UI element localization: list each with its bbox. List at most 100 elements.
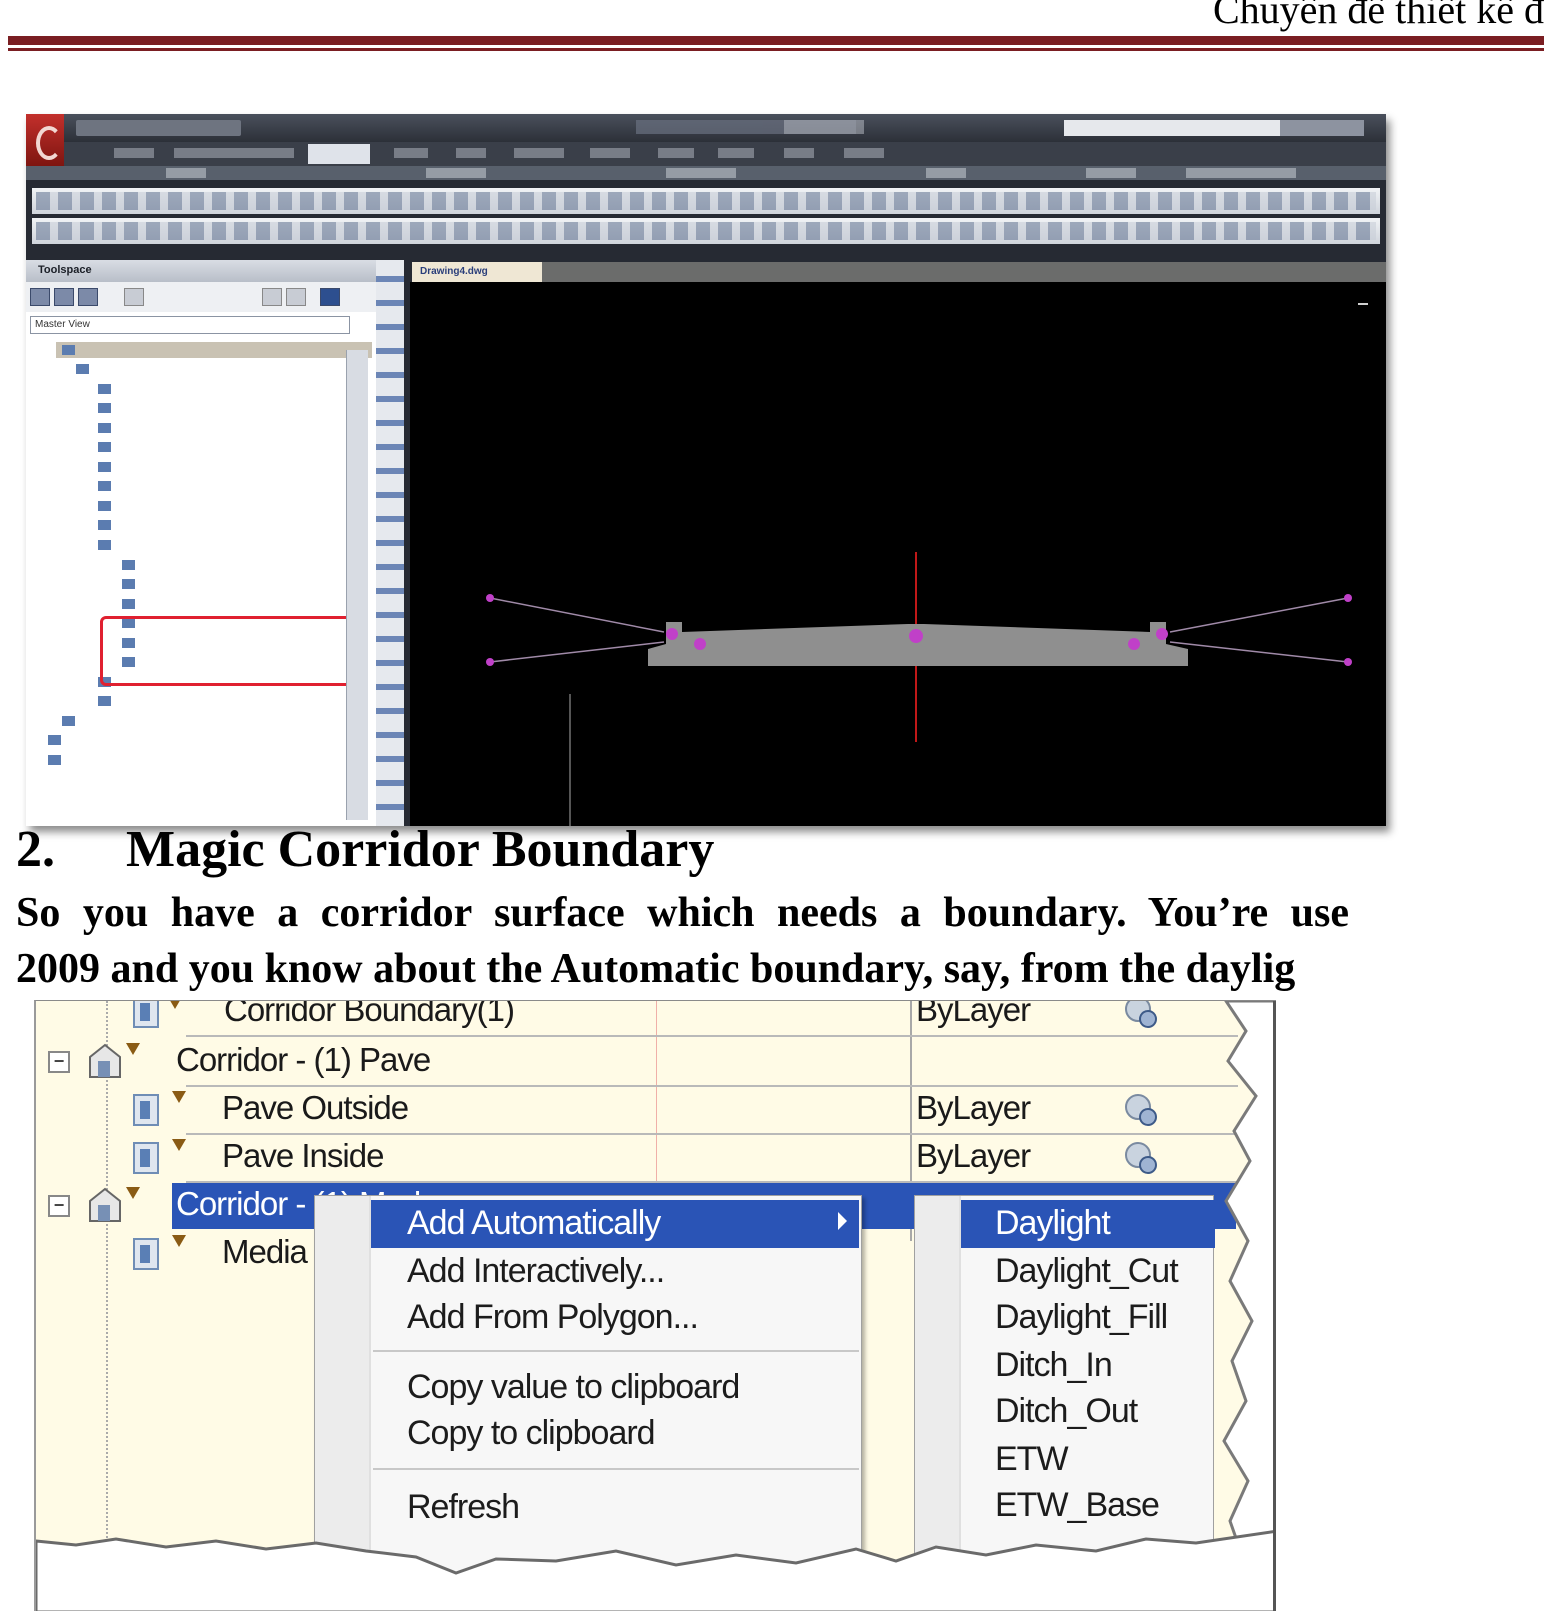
survey-icon[interactable]	[78, 288, 98, 306]
tree-item[interactable]	[98, 403, 183, 414]
ribbon-tab-active[interactable]	[308, 144, 370, 164]
tree-item[interactable]	[122, 560, 322, 571]
menu-item-copy-value[interactable]: Copy value to clipboard	[371, 1364, 859, 1412]
item-view-icon[interactable]	[286, 288, 306, 306]
drawing-file-tab[interactable]: Drawing4.dwg	[412, 262, 542, 282]
drawing-viewport[interactable]	[410, 282, 1386, 826]
menu-item-add-interactively[interactable]: Add Interactively...	[371, 1248, 859, 1296]
header-rule-thin	[8, 48, 1544, 51]
toolbar-row-2	[32, 218, 1380, 244]
menu-item-label: Add Automatically	[407, 1204, 661, 1242]
submenu-arrow-icon	[838, 1212, 847, 1230]
ribbon-tab[interactable]	[658, 148, 694, 158]
tree-row-corridor-pave[interactable]: − Corridor - (1) Pave	[36, 1039, 1276, 1087]
torn-edge-right	[1222, 1001, 1276, 1611]
tree-item[interactable]	[98, 423, 168, 434]
tree-item[interactable]	[98, 501, 168, 512]
toolspace-panel: Toolspace Master View	[26, 260, 376, 826]
quick-access-toolbar[interactable]	[76, 120, 241, 136]
menu-item-copy-to-clipboard[interactable]: Copy to clipboard	[371, 1410, 859, 1458]
tree-item[interactable]	[62, 716, 122, 727]
tool-palette-strip[interactable]	[376, 260, 404, 826]
submenu-item-daylight[interactable]: Daylight	[961, 1200, 1215, 1248]
subassembly-icon	[133, 1001, 159, 1028]
boundary-group-icon	[89, 1043, 121, 1078]
drawing-tab-strip	[412, 262, 1386, 282]
toolbar-row-1	[32, 188, 1380, 214]
collapse-toggle-icon[interactable]: −	[48, 1195, 70, 1217]
daylight-line-right-lower	[1169, 641, 1349, 663]
tree-item[interactable]	[98, 696, 218, 707]
tree-row-label: Pave Outside	[222, 1089, 409, 1126]
ribbon-tab[interactable]	[394, 148, 428, 158]
collapse-toggle-icon[interactable]: −	[48, 1051, 70, 1073]
section-heading: 2. Magic Corridor Boundary	[16, 820, 714, 879]
tree-row-value: ByLayer	[916, 1089, 1031, 1126]
submenu-item-daylight-cut[interactable]: Daylight_Cut	[961, 1248, 1215, 1296]
toolspace-side-tabs[interactable]	[346, 350, 368, 820]
help-search-input[interactable]	[1064, 120, 1304, 136]
tree-item[interactable]	[98, 384, 153, 395]
tree-row-corridor-boundary[interactable]: Corridor Boundary(1) ByLayer	[36, 1000, 1276, 1037]
style-globe-icon[interactable]	[1122, 1091, 1160, 1129]
search-icon[interactable]	[124, 288, 144, 306]
view-mode-select[interactable]: Master View	[30, 316, 350, 334]
corridor-section-shape	[648, 622, 1188, 666]
ribbon-panel-label	[166, 168, 206, 178]
tree-item[interactable]	[62, 345, 142, 356]
window-control-buttons[interactable]	[1280, 120, 1364, 136]
flag-icon	[172, 1091, 186, 1103]
style-globe-icon[interactable]	[1122, 1000, 1160, 1031]
toolbar-icons[interactable]	[36, 192, 1376, 210]
prospector-icon[interactable]	[30, 288, 50, 306]
header-rule-thick	[8, 36, 1544, 45]
civil3d-window-screenshot: Toolspace Master View Drawing4.dwg	[26, 114, 1386, 826]
menu-item-add-from-polygon[interactable]: Add From Polygon...	[371, 1294, 859, 1342]
flag-icon	[172, 1235, 186, 1247]
subassembly-icon	[133, 1142, 159, 1174]
submenu-item-daylight-fill[interactable]: Daylight_Fill	[961, 1294, 1215, 1342]
tree-item[interactable]	[98, 540, 198, 551]
tree-item[interactable]	[122, 579, 342, 590]
submenu-item-etw[interactable]: ETW	[961, 1436, 1215, 1484]
subassembly-icon	[133, 1238, 159, 1270]
flag-icon	[168, 1001, 182, 1009]
ribbon-tab[interactable]	[114, 148, 154, 158]
tree-item[interactable]	[48, 735, 158, 746]
tree-item[interactable]	[98, 481, 198, 492]
tree-item[interactable]	[98, 520, 178, 531]
list-view-icon[interactable]	[262, 288, 282, 306]
grip-point	[909, 629, 923, 643]
ribbon-tab[interactable]	[514, 148, 564, 158]
tree-item[interactable]	[98, 442, 178, 453]
menu-item-add-automatically[interactable]: Add Automatically	[371, 1200, 859, 1248]
screenshot-right-border	[1273, 1001, 1276, 1611]
ribbon-tab[interactable]	[718, 148, 754, 158]
settings-icon[interactable]	[54, 288, 74, 306]
ribbon-tab[interactable]	[784, 148, 814, 158]
tree-row-pave-inside[interactable]: Pave Inside ByLayer	[36, 1135, 1276, 1183]
ribbon-tab[interactable]	[456, 148, 486, 158]
toolspace-toolbar	[26, 282, 376, 312]
tree-item[interactable]	[76, 364, 146, 375]
toolspace-title: Toolspace	[26, 260, 376, 282]
ribbon-panel-label	[1086, 168, 1136, 178]
tree-item[interactable]	[48, 755, 168, 766]
style-globe-icon[interactable]	[1122, 1139, 1160, 1177]
ribbon-tab[interactable]	[844, 148, 884, 158]
tree-item[interactable]	[122, 599, 302, 610]
tree-item[interactable]	[98, 462, 148, 473]
grip-point	[486, 658, 494, 666]
toolbar-icons[interactable]	[36, 222, 1376, 240]
save-icon[interactable]	[320, 288, 340, 306]
tree-row-label: Corridor Boundary(1)	[224, 1000, 515, 1028]
submenu-item-ditch-in[interactable]: Ditch_In	[961, 1342, 1215, 1390]
tree-row-pave-outside[interactable]: Pave Outside ByLayer	[36, 1087, 1276, 1135]
application-logo-icon[interactable]	[26, 114, 64, 166]
ribbon-tab[interactable]	[174, 148, 294, 158]
ribbon-tab[interactable]	[590, 148, 630, 158]
flag-icon	[126, 1043, 140, 1055]
row-gridline	[186, 1035, 1238, 1037]
submenu-item-ditch-out[interactable]: Ditch_Out	[961, 1388, 1215, 1436]
tree-row-label: Media	[222, 1233, 308, 1270]
